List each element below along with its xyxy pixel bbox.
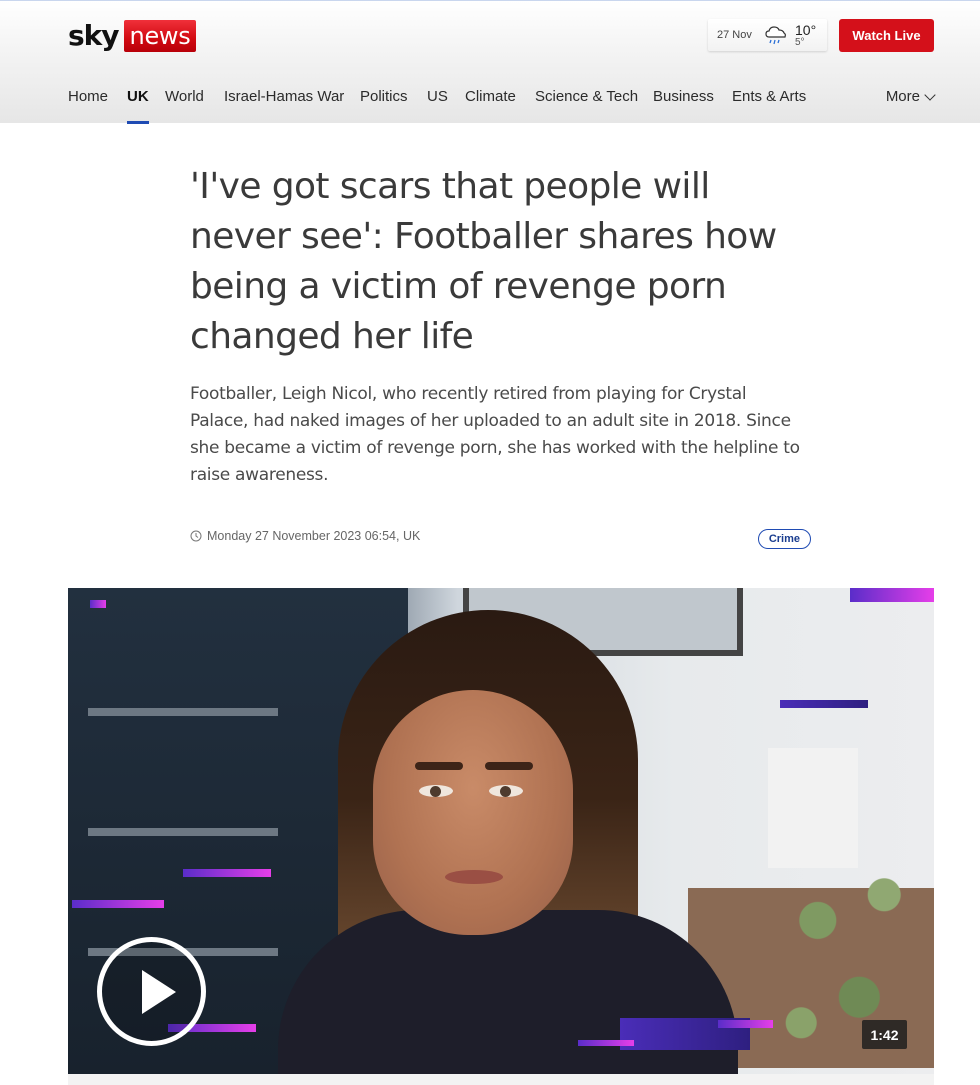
site-header: sky news 27 Nov 10° 5° Watch Live Home U… [0, 0, 980, 124]
person-brow [415, 762, 463, 770]
logo-news-text: news [123, 20, 197, 52]
nav-item-ents-arts[interactable]: Ents & Arts [732, 87, 806, 124]
article-date: Monday 27 November 2023 06:54, UK [190, 529, 420, 543]
sky-news-logo[interactable]: sky news [68, 19, 197, 53]
article-standfirst: Footballer, Leigh Nicol, who recently re… [190, 384, 800, 485]
person-eye [489, 785, 523, 797]
nav-item-business[interactable]: Business [653, 87, 714, 124]
glitch-bar [718, 1020, 773, 1028]
weather-low: 5° [795, 36, 805, 48]
nav-item-science-tech[interactable]: Science & Tech [535, 87, 638, 124]
nav-item-uk[interactable]: UK [127, 87, 149, 124]
play-button[interactable] [97, 937, 206, 1046]
article-date-text: Monday 27 November 2023 06:54, UK [207, 529, 421, 543]
article-headline: 'I've got scars that people will never s… [190, 166, 777, 357]
logo-sky-text: sky [68, 19, 120, 52]
nav-item-us[interactable]: US [427, 87, 448, 124]
nav-more-button[interactable]: More [885, 87, 936, 124]
video-duration: 1:42 [862, 1020, 907, 1049]
glitch-bar [850, 588, 934, 602]
glitch-bar [780, 700, 868, 708]
nav-item-world[interactable]: World [165, 87, 204, 124]
article-meta: Monday 27 November 2023 06:54, UK Crime [190, 529, 811, 549]
video-background-shelf [88, 708, 278, 716]
nav-item-politics[interactable]: Politics [360, 87, 408, 124]
person-brow [485, 762, 533, 770]
weather-widget[interactable]: 27 Nov 10° 5° [708, 19, 827, 51]
play-icon [142, 970, 176, 1014]
video-caption-bar [68, 1074, 934, 1085]
clock-icon [190, 530, 202, 542]
nav-item-climate[interactable]: Climate [465, 87, 516, 124]
video-thumbnail-person [278, 610, 738, 1074]
person-mouth [445, 870, 503, 884]
nav-item-israel-hamas-war[interactable]: Israel-Hamas War [224, 87, 344, 124]
glitch-bar [183, 869, 271, 877]
glitch-bar [578, 1040, 634, 1046]
weather-temperatures: 10° 5° [795, 23, 816, 48]
video-background-shelf [88, 828, 278, 836]
video-background-plant [768, 818, 934, 1074]
glitch-bar [90, 600, 106, 608]
tag-crime[interactable]: Crime [757, 529, 811, 549]
person-eye [419, 785, 453, 797]
weather-date: 27 Nov [717, 29, 752, 41]
main-nav: Home UK World Israel-Hamas War Politics … [68, 87, 936, 124]
video-player[interactable]: 1:42 [68, 588, 934, 1074]
person-face [373, 690, 573, 935]
nav-item-home[interactable]: Home [68, 87, 108, 124]
rain-cloud-icon [765, 26, 786, 45]
glitch-bar [72, 900, 164, 908]
weather-high: 10° [795, 21, 817, 38]
watch-live-button[interactable]: Watch Live [839, 19, 934, 52]
nav-more-label: More [885, 88, 920, 105]
chevron-down-icon [924, 89, 936, 101]
